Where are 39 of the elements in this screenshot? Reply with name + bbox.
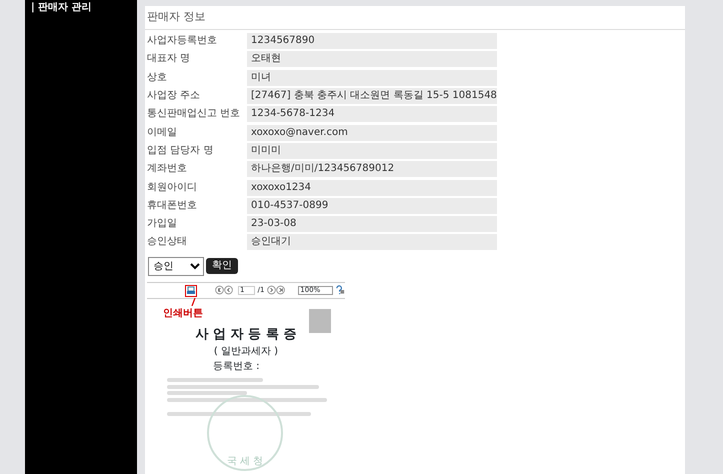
leader-line [189,298,197,306]
field-label: 대표자 명 [147,53,192,66]
printer-icon[interactable] [185,284,197,297]
field-value: 하나은행/미미/123456789012 [247,161,497,178]
field-value: 오태현 [247,51,497,68]
field-label: 입점 담당자 명 [147,144,214,157]
confirm-button[interactable]: 확인 [206,258,238,274]
field-label: 통신판매업신고 번호 [147,108,242,120]
status-select[interactable]: 승인 [148,256,204,276]
field-value: xoxoxo1234 [247,180,497,196]
field-label: 사업자등록번호 [147,35,218,48]
field-label: 계좌번호 [147,163,188,176]
field-label: 휴대폰번호 [147,200,198,212]
help-icon[interactable] [336,285,345,296]
field-label: 승인상태 [147,236,188,248]
document-title: 사 업 자 등 록 증 [196,326,296,344]
field-label: 회원아이디 [147,182,198,194]
field-value: [27467] 충북 충주시 대소원면 록동길 15-5 1081548 [247,88,497,104]
field-value: 23-03-08 [247,216,497,232]
field-value: 미녀 [247,70,497,86]
document-subtitle: ( 일반과세자 ) [214,345,278,360]
sidebar-title: | 판매자 관리 [31,3,92,13]
field-label: 사업장 주소 [147,90,202,102]
field-label: 가입일 [147,218,178,230]
print-button-annotation: 인쇄버튼 [163,306,203,321]
first-prev-page-icon[interactable] [215,285,235,296]
panel-title: 판매자 정보 [145,6,685,30]
field-value: 1234-5678-1234 [247,106,497,122]
next-last-page-icon[interactable] [267,285,288,296]
qr-code-placeholder [309,308,331,333]
field-value: 1234567890 [247,33,497,50]
field-value: 010-4537-0899 [247,198,497,214]
field-label: 상호 [147,72,168,84]
field-label: 이메일 [147,126,178,139]
field-value: xoxoxo@naver.com [247,124,497,141]
field-value: 승인대기 [247,234,497,250]
registration-number-label: 등록번호 : [213,360,260,374]
field-value: 미미미 [247,142,497,159]
seal-text: 국 세 청 [226,454,264,469]
